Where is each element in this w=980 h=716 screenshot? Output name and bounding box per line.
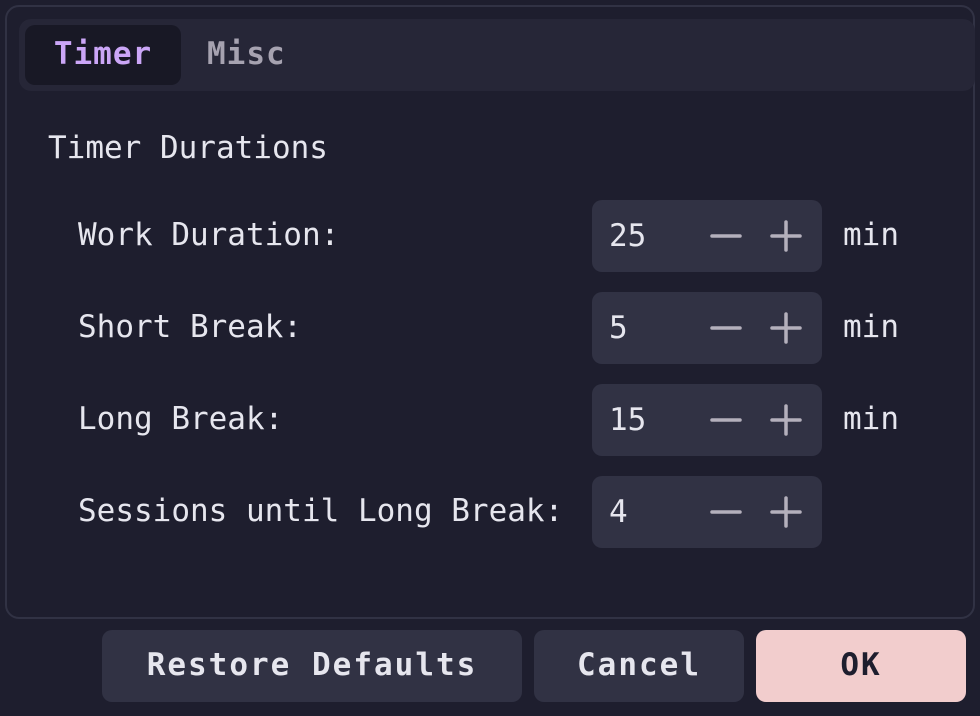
tab-timer[interactable]: Timer — [25, 25, 181, 85]
long-break-label: Long Break: — [78, 401, 284, 437]
restore-defaults-button[interactable]: Restore Defaults — [102, 630, 522, 702]
work-duration-unit: min — [843, 217, 899, 253]
settings-dialog: Timer Misc Timer Durations Work Duration… — [0, 0, 980, 716]
cancel-button[interactable]: Cancel — [534, 630, 744, 702]
ok-button[interactable]: OK — [756, 630, 966, 702]
short-break-value[interactable]: 5 — [609, 306, 628, 350]
tab-bar: Timer Misc — [19, 19, 975, 91]
plus-icon[interactable] — [766, 400, 806, 440]
plus-icon[interactable] — [766, 308, 806, 348]
work-duration-value[interactable]: 25 — [609, 214, 646, 258]
minus-icon[interactable] — [706, 216, 746, 256]
minus-icon[interactable] — [706, 492, 746, 532]
plus-icon[interactable] — [766, 216, 806, 256]
sessions-label: Sessions until Long Break: — [78, 493, 564, 529]
work-duration-label: Work Duration: — [78, 217, 340, 253]
plus-icon[interactable] — [766, 492, 806, 532]
long-break-spinbox[interactable]: 15 — [592, 384, 822, 456]
long-break-unit: min — [843, 401, 899, 437]
sessions-spinbox[interactable]: 4 — [592, 476, 822, 548]
minus-icon[interactable] — [706, 308, 746, 348]
sessions-value[interactable]: 4 — [609, 490, 628, 534]
minus-icon[interactable] — [706, 400, 746, 440]
tab-misc[interactable]: Misc — [195, 25, 305, 85]
short-break-unit: min — [843, 309, 899, 345]
short-break-label: Short Break: — [78, 309, 302, 345]
long-break-value[interactable]: 15 — [609, 398, 646, 442]
section-title: Timer Durations — [48, 130, 328, 166]
short-break-spinbox[interactable]: 5 — [592, 292, 822, 364]
work-duration-spinbox[interactable]: 25 — [592, 200, 822, 272]
